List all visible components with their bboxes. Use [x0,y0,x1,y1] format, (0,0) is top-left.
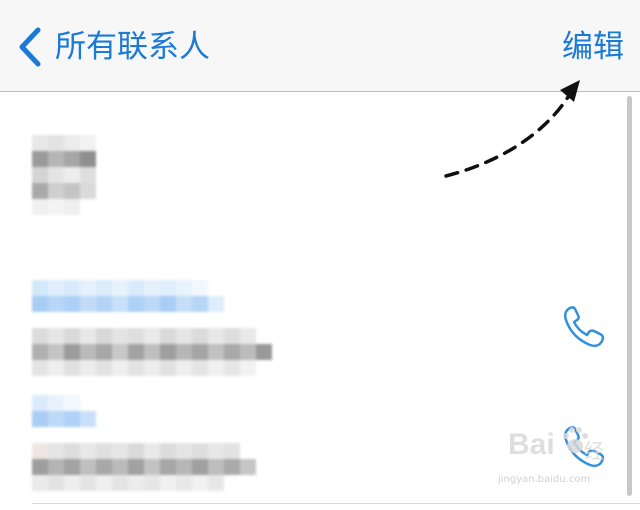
contact-avatar [32,135,102,220]
watermark-url: jingyan.baidu.com [498,474,591,485]
chevron-left-icon[interactable] [16,26,44,68]
phone-number-blurred [32,328,272,376]
phone-icon[interactable] [560,302,608,350]
phone-label-blurred [32,280,224,312]
svg-text:经: 经 [584,439,604,463]
annotation-arrow [444,80,580,178]
back-button[interactable]: 所有联系人 [55,26,210,68]
scrollbar[interactable] [627,96,632,496]
baidu-logo-icon: Bai 经 [508,427,604,463]
edit-button[interactable]: 编辑 [562,26,624,68]
watermark: Bai 经 jingyan.baidu.com [498,418,608,490]
phone-number-blurred [32,443,256,491]
phone-label-blurred [32,395,128,427]
row-divider [32,503,640,504]
svg-text:Bai: Bai [508,428,555,461]
